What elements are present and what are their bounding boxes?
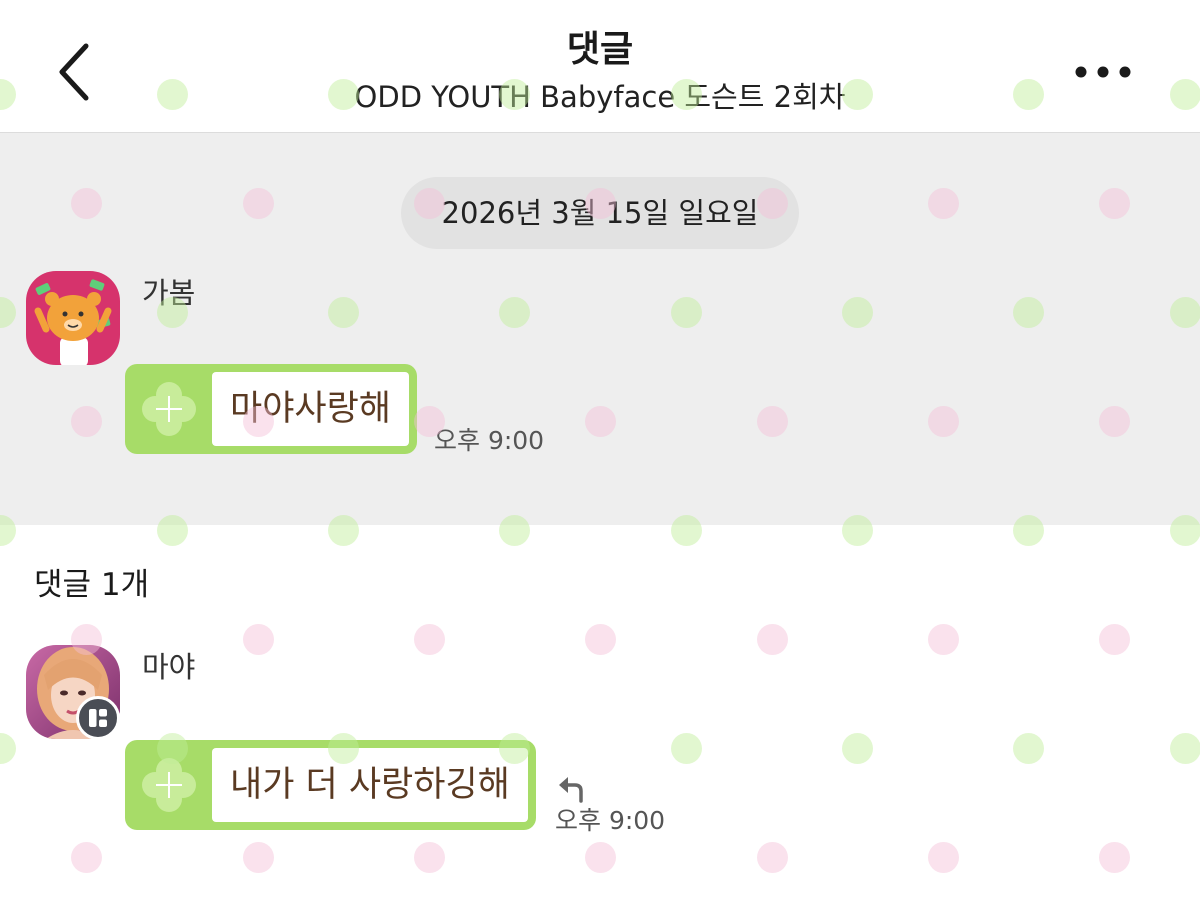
avatar[interactable]: [26, 271, 120, 365]
original-post: 2026년 3월 15일 일요일 가봄 마야사랑해 오후 9:00: [0, 133, 1200, 525]
comment-message-text: 내가 더 사랑하깅해: [212, 748, 528, 822]
comment-message-bubble[interactable]: 내가 더 사랑하깅해: [125, 740, 536, 830]
app-logo-icon: [89, 709, 107, 727]
top-navigation-bar: 댓글 ODD YOUTH Babyface 도슨트 2회차: [0, 0, 1200, 133]
post-message-bubble[interactable]: 마야사랑해: [125, 364, 418, 454]
page-subtitle: ODD YOUTH Babyface 도슨트 2회차: [354, 80, 846, 114]
comment-screen: 댓글 ODD YOUTH Babyface 도슨트 2회차 2026년 3월 1…: [0, 0, 1200, 903]
post-timestamp: 오후 9:00: [434, 426, 545, 455]
character-avatar-image: [26, 271, 120, 365]
comment-count-label: 댓글 1개: [34, 567, 150, 603]
clover-icon: [142, 382, 196, 436]
comment-author-name: 마야: [142, 650, 196, 684]
more-options-button[interactable]: [1070, 52, 1136, 92]
page-title: 댓글: [566, 29, 634, 70]
post-author-name: 가봄: [142, 276, 196, 310]
date-separator: 2026년 3월 15일 일요일: [401, 177, 799, 249]
post-message-text: 마야사랑해: [212, 372, 410, 446]
comment-timestamp: 오후 9:00: [555, 806, 666, 835]
more-horizontal-icon: [1075, 66, 1131, 78]
clover-icon: [142, 758, 196, 812]
channel-badge: [76, 696, 120, 740]
reply-button[interactable]: [555, 771, 589, 805]
reply-icon: [559, 777, 583, 803]
comments-section: 댓글 1개 마야 내가 더 사랑하깅해 오후 9:00: [0, 525, 1200, 903]
